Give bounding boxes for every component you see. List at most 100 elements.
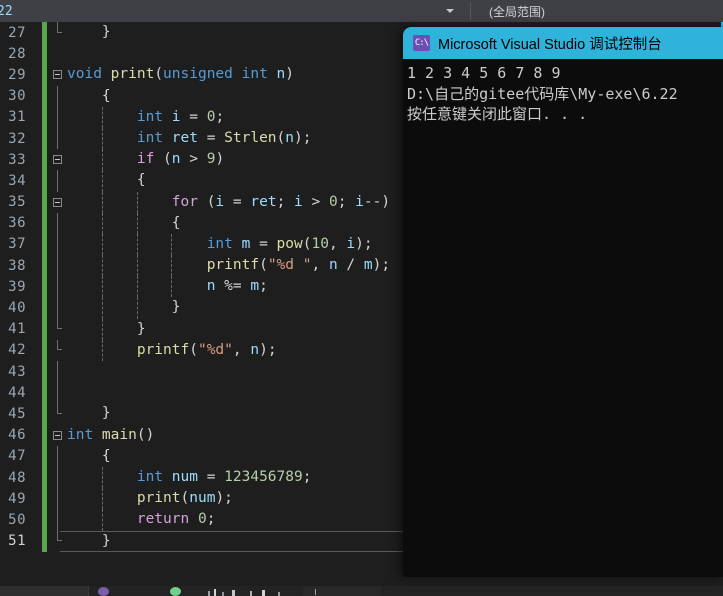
indent-guide: [171, 276, 173, 298]
code-token: {: [67, 87, 111, 104]
code-token: m: [241, 235, 260, 252]
taskbar-icon-9[interactable]: [278, 592, 280, 596]
code-token: ;: [276, 193, 295, 210]
code-token: unsigned int: [163, 66, 277, 83]
code-token: for: [171, 193, 207, 210]
indent-guide: [136, 191, 138, 213]
taskbar-start-area[interactable]: [0, 586, 89, 596]
indent-guide: [136, 297, 138, 319]
console-title-bar[interactable]: C:\ Microsoft Visual Studio 调试控制台: [403, 27, 723, 59]
member-dropdown-value: 22: [0, 3, 13, 19]
line-number: 41: [8, 321, 26, 338]
outline-fold-cell: [47, 361, 67, 383]
code-token: =: [259, 235, 277, 252]
code-token: return: [136, 511, 198, 528]
line-number: 33: [8, 151, 26, 168]
code-token: ): [285, 66, 295, 83]
windows-taskbar[interactable]: [0, 586, 723, 596]
code-token: num: [189, 490, 216, 507]
taskbar-icon-green[interactable]: [170, 587, 181, 596]
code-token: printf: [206, 257, 260, 274]
outline-fold-cell: [47, 22, 67, 43]
code-token: (: [154, 66, 164, 83]
code-token: n: [328, 257, 347, 274]
code-token: n: [250, 341, 260, 358]
code-token: int: [136, 468, 172, 485]
taskbar-clock[interactable]: [315, 589, 316, 595]
code-token: 10: [311, 235, 329, 252]
debug-console-window[interactable]: C:\ Microsoft Visual Studio 调试控制台 1 2 3 …: [403, 27, 723, 577]
code-token: i: [355, 193, 364, 210]
code-token: int: [136, 108, 172, 125]
code-token: print: [136, 490, 181, 507]
line-number: 40: [8, 300, 26, 317]
taskbar-icon-3[interactable]: [208, 591, 210, 596]
line-number: 45: [8, 405, 26, 422]
outline-fold-cell: [47, 43, 67, 64]
code-token: m: [250, 278, 260, 295]
code-token: m: [363, 257, 373, 274]
line-number: 34: [8, 172, 26, 189]
chevron-down-icon[interactable]: [446, 9, 454, 13]
outline-guide: [57, 255, 58, 277]
code-token: (: [276, 129, 286, 146]
outline-fold-cell[interactable]: [47, 64, 67, 85]
code-token: );: [259, 341, 277, 358]
code-token: int: [136, 129, 172, 146]
indent-guide: [101, 233, 103, 256]
taskbar-icon-6[interactable]: [232, 590, 235, 596]
outline-fold-cell[interactable]: [47, 149, 67, 170]
line-number: 39: [8, 278, 26, 295]
code-token: (): [136, 426, 155, 443]
taskbar-icon-5[interactable]: [222, 592, 224, 596]
taskbar-icon-purple[interactable]: [98, 587, 109, 596]
line-number: 35: [8, 194, 26, 211]
collapse-icon[interactable]: [52, 70, 62, 80]
console-output-area[interactable]: 1 2 3 4 5 6 7 8 9 D:\自己的gitee代码库\My-exe\6…: [403, 59, 723, 577]
code-token: printf: [136, 341, 190, 358]
outline-guide: [57, 466, 58, 489]
collapse-icon[interactable]: [52, 197, 62, 207]
code-token: }: [67, 532, 111, 549]
outline-guide-end: [57, 318, 62, 330]
line-number: 44: [8, 384, 26, 401]
line-number: 43: [8, 363, 26, 380]
taskbar-icon-4[interactable]: [214, 589, 216, 596]
collapse-icon[interactable]: [52, 430, 62, 440]
taskbar-icon-8[interactable]: [262, 590, 265, 596]
scope-dropdown[interactable]: (全局范围): [471, 0, 723, 22]
outline-fold-cell: [47, 297, 67, 319]
console-output-line: 1 2 3 4 5 6 7 8 9: [407, 64, 561, 82]
line-number: 48: [8, 469, 26, 486]
outline-fold-cell[interactable]: [47, 192, 67, 213]
line-number: 42: [8, 342, 26, 359]
code-token: n: [171, 151, 190, 168]
code-token: /: [346, 257, 364, 274]
outline-fold-cell[interactable]: [47, 425, 67, 446]
code-token: "%d": [197, 341, 233, 358]
code-token: (: [180, 490, 190, 507]
code-token: }: [67, 405, 111, 422]
taskbar-icon-7[interactable]: [250, 591, 252, 596]
outline-fold-cell: [47, 85, 67, 107]
outline-fold-cell: [47, 445, 67, 467]
code-token: --): [363, 193, 391, 210]
outline-guide: [57, 382, 58, 404]
code-token: pow: [276, 235, 303, 252]
outline-guide: [57, 276, 58, 298]
editor-navigation-bar: 22 (全局范围): [0, 0, 723, 22]
collapse-icon[interactable]: [52, 155, 62, 165]
code-token: (: [259, 257, 268, 274]
code-token: %=: [224, 278, 251, 295]
outline-guide: [57, 106, 58, 128]
code-token: 123456789: [224, 468, 303, 485]
code-token: if: [136, 151, 164, 168]
code-token: =: [232, 193, 251, 210]
code-token: num: [171, 468, 207, 485]
code-token: {: [67, 447, 111, 464]
outline-guide-end: [57, 530, 62, 542]
indent-guide: [136, 255, 138, 277]
code-token: print: [110, 66, 155, 83]
code-token: =: [206, 468, 225, 485]
member-dropdown[interactable]: 22: [0, 0, 470, 22]
